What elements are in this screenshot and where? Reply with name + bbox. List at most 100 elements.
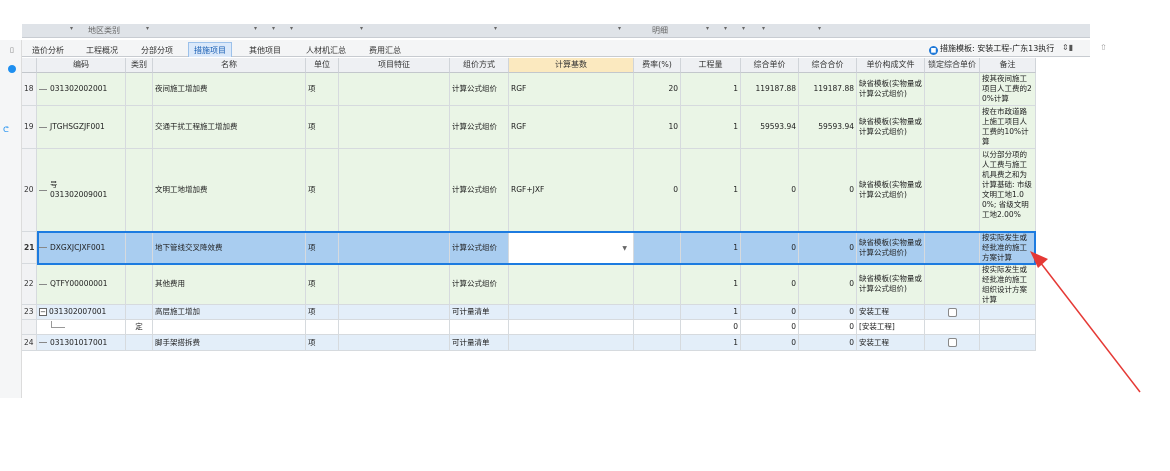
cell-code[interactable]: −031302007001 <box>37 305 126 319</box>
cell-name[interactable]: 地下管线交叉降效费 <box>153 232 306 263</box>
column-header-code[interactable]: 编码 <box>37 58 126 73</box>
cell-pricing-method[interactable]: 计算公式组价 <box>450 106 509 148</box>
cell-quantity[interactable]: 1 <box>681 335 741 350</box>
cell-calc-base[interactable] <box>509 320 634 334</box>
dropdown-arrow-icon[interactable]: ▾ <box>146 25 149 32</box>
cell-code[interactable]: 031301017001 <box>37 335 126 350</box>
cell-pricing-method[interactable] <box>450 320 509 334</box>
column-header-unit[interactable]: 单位 <box>306 58 339 73</box>
row-number[interactable]: 18 <box>22 73 37 105</box>
cell-lock-price[interactable] <box>925 264 980 304</box>
cell-total-price[interactable]: 0 <box>799 149 857 231</box>
column-header-name[interactable]: 名称 <box>153 58 306 73</box>
cell-pricing-method[interactable]: 计算公式组价 <box>450 232 509 263</box>
cell-feature[interactable] <box>339 232 450 263</box>
cell-calc-base[interactable]: RGF+JXF <box>509 149 634 231</box>
row-number[interactable] <box>22 320 37 334</box>
cell-price-file[interactable]: [安装工程] <box>857 320 925 334</box>
cell-unit[interactable]: 项 <box>306 305 339 319</box>
cell-quantity[interactable]: 1 <box>681 305 741 319</box>
tab-measure-items[interactable]: 措施项目 <box>188 42 232 57</box>
dropdown-arrow-icon[interactable]: ▾ <box>254 25 257 32</box>
cell-category[interactable] <box>126 106 153 148</box>
calc-base-dropdown-editor[interactable]: ▼ <box>509 232 634 263</box>
cell-name[interactable]: 文明工地增加费 <box>153 149 306 231</box>
row-number[interactable]: 24 <box>22 335 37 350</box>
row-number[interactable]: 19 <box>22 106 37 148</box>
panel-toggle-icon[interactable]: ⇕▮ <box>1062 43 1073 52</box>
column-header-lock-price[interactable]: 锁定综合单价 <box>925 58 980 73</box>
cell-unit-price[interactable]: 119187.88 <box>741 73 799 105</box>
dropdown-arrow-icon[interactable]: ▾ <box>70 25 73 32</box>
table-row[interactable]: 24 031301017001 脚手架搭拆费 项 可计量清单 1 0 0 安装工… <box>22 335 1036 351</box>
cell-total-price[interactable]: 59593.94 <box>799 106 857 148</box>
cell-rate[interactable]: 10 <box>634 106 681 148</box>
tab-project-overview[interactable]: 工程概况 <box>80 42 124 57</box>
cell-calc-base[interactable] <box>509 305 634 319</box>
dropdown-arrow-icon[interactable]: ▾ <box>494 25 497 32</box>
cell-category[interactable] <box>126 335 153 350</box>
panel-bracket-icon[interactable]: ᕦ <box>3 125 9 134</box>
cell-code[interactable]: JTGHSGZJF001 <box>37 106 126 148</box>
table-row[interactable]: 20 号 031302009001 文明工地增加费 项 计算公式组价 RGF+JX… <box>22 149 1036 232</box>
cell-quantity[interactable]: 1 <box>681 106 741 148</box>
grid-empty-area[interactable] <box>22 352 1036 398</box>
row-number[interactable]: 22 <box>22 264 37 304</box>
dropdown-arrow-icon[interactable]: ▾ <box>618 25 621 32</box>
cell-lock-price[interactable] <box>925 73 980 105</box>
cell-note[interactable] <box>980 320 1036 334</box>
cell-pricing-method[interactable]: 计算公式组价 <box>450 73 509 105</box>
table-row-quota[interactable]: 定 0 0 0 [安装工程] <box>22 320 1036 335</box>
cell-category[interactable] <box>126 73 153 105</box>
column-header-price-file[interactable]: 单价构成文件 <box>857 58 925 73</box>
cell-unit[interactable]: 项 <box>306 335 339 350</box>
cell-unit[interactable]: 项 <box>306 73 339 105</box>
cell-quantity[interactable]: 1 <box>681 264 741 304</box>
cell-name[interactable]: 夜间施工增加费 <box>153 73 306 105</box>
column-header-quantity[interactable]: 工程量 <box>681 58 741 73</box>
dropdown-arrow-icon[interactable]: ▼ <box>622 244 627 254</box>
cell-unit-price[interactable]: 0 <box>741 149 799 231</box>
cell-name[interactable]: 高层施工增加 <box>153 305 306 319</box>
tab-labor-material-summary[interactable]: 人材机汇总 <box>300 42 352 57</box>
table-row[interactable]: 18 031302002001 夜间施工增加费 项 计算公式组价 RGF 20 … <box>22 73 1036 106</box>
cell-note[interactable] <box>980 335 1036 350</box>
table-row[interactable]: 19 JTGHSGZJF001 交通干扰工程施工增加费 项 计算公式组价 RGF… <box>22 106 1036 149</box>
cell-rate[interactable] <box>634 305 681 319</box>
cell-lock-price[interactable] <box>925 320 980 334</box>
cell-rate[interactable]: 0 <box>634 149 681 231</box>
cell-note[interactable]: 按在市政道路上施工项目人工费的10%计算 <box>980 106 1036 148</box>
row-number[interactable]: 21 <box>22 232 37 263</box>
tab-cost-analysis[interactable]: 造价分析 <box>26 42 70 57</box>
cell-rate[interactable] <box>634 232 681 263</box>
lock-price-checkbox[interactable] <box>947 338 957 347</box>
cell-code[interactable]: 号 031302009001 <box>37 149 126 231</box>
dropdown-arrow-icon[interactable]: ▾ <box>724 25 727 32</box>
cell-price-file[interactable]: 安装工程 <box>857 305 925 319</box>
collapse-minus-icon[interactable]: − <box>39 308 47 316</box>
cell-name[interactable]: 交通干扰工程施工增加费 <box>153 106 306 148</box>
panel-indicator-icon[interactable] <box>8 65 16 73</box>
cell-unit-price[interactable]: 0 <box>741 320 799 334</box>
cell-price-file[interactable]: 缺省模板(实物量或计算公式组价) <box>857 73 925 105</box>
column-header-unit-price[interactable]: 综合单价 <box>741 58 799 73</box>
cell-total-price[interactable]: 0 <box>799 335 857 350</box>
cell-lock-price[interactable] <box>925 149 980 231</box>
column-header-calc-base[interactable]: 计算基数 <box>509 58 634 73</box>
cell-calc-base[interactable]: RGF <box>509 73 634 105</box>
cell-pricing-method[interactable]: 可计量清单 <box>450 305 509 319</box>
cell-unit[interactable]: 项 <box>306 264 339 304</box>
cell-total-price[interactable]: 0 <box>799 305 857 319</box>
cell-rate[interactable] <box>634 264 681 304</box>
cell-note[interactable]: 以分部分项的人工费与施工机具费之和为计算基础: 市级文明工地1.00%; 省级文… <box>980 149 1036 231</box>
cell-feature[interactable] <box>339 335 450 350</box>
table-row[interactable]: 22 QTFY00000001 其他费用 项 计算公式组价 1 0 0 缺省模板… <box>22 264 1036 305</box>
lock-price-checkbox[interactable] <box>947 307 957 317</box>
cell-pricing-method[interactable]: 可计量清单 <box>450 335 509 350</box>
cell-price-file[interactable]: 缺省模板(实物量或计算公式组价) <box>857 106 925 148</box>
cell-lock-price[interactable] <box>925 232 980 263</box>
column-header-total-price[interactable]: 综合合价 <box>799 58 857 73</box>
cell-category[interactable] <box>126 232 153 263</box>
cell-total-price[interactable]: 0 <box>799 264 857 304</box>
cell-code[interactable] <box>37 320 126 334</box>
